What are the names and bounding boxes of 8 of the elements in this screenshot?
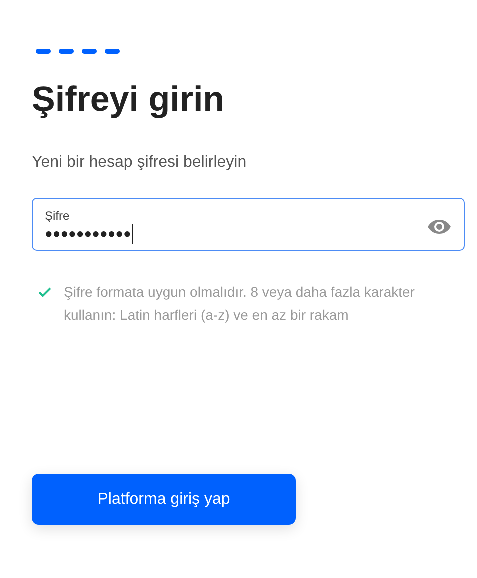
password-field[interactable]: Şifre ●●●●●●●●●●●	[32, 198, 465, 251]
hint-text: Şifre formata uygun olmalıdır. 8 veya daha fazla karakter kullanın: Latin harfleri (a-z) ve en az bir rakam	[64, 283, 416, 325]
page-title: Şifreyi girin	[32, 80, 226, 120]
eye-icon[interactable]	[427, 219, 452, 235]
login-button[interactable]: Platforma giriş yap	[32, 474, 296, 525]
field-label: Şifre	[45, 209, 71, 223]
password-value: ●●●●●●●●●●●	[45, 225, 132, 243]
subtitle: Yeni bir hesap şifresi belirleyin	[32, 153, 248, 173]
